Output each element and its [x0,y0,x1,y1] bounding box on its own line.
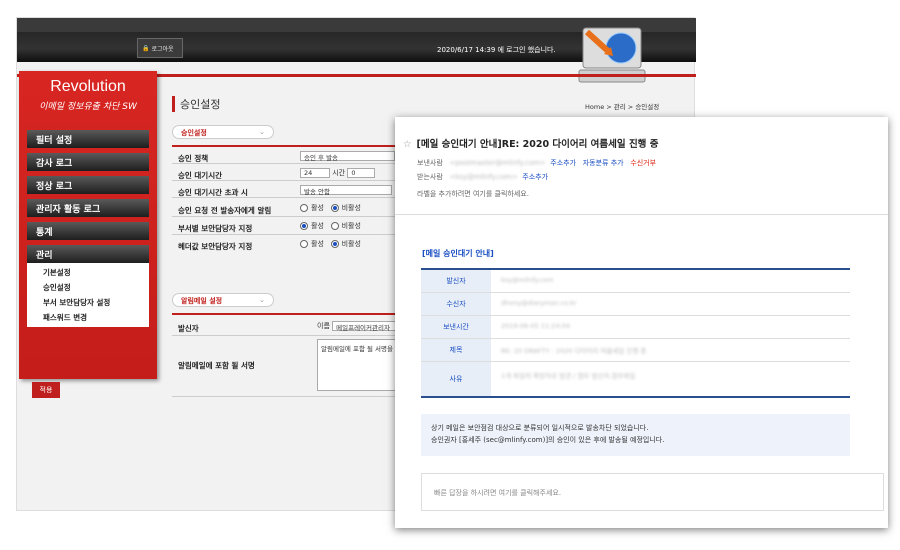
sidebar: Revolution 이메일 정보유출 차단 SW 필터 설정 감사 로그 정상… [19,71,157,379]
mail-popup: ☆ [메일 승인대기 안내]RE: 2020 다이어리 여름세일 진행 중 보낸사… [395,117,888,528]
sidebar-item-admin-log[interactable]: 관리자 활동 로그 [27,199,149,217]
submenu-basic[interactable]: 기본설정 [27,265,149,280]
section-label: 알림메일 설정 [181,297,223,305]
section-label: 승인설정 [181,129,207,137]
sidebar-item-stats[interactable]: 통계 [27,222,149,240]
sidebar-item-normal-log[interactable]: 정상 로그 [27,176,149,194]
brand-tagline: 이메일 정보유출 차단 SW [39,102,137,112]
notify-on-radio[interactable] [300,204,308,212]
wait-unit: 시간 [332,169,346,177]
table-row: 사유 1개 파일의 확장자로 발견 / 첨부 발신자,첨부파일 [421,362,850,396]
wait-min-input[interactable]: 0 [347,168,376,178]
notice-box: 상기 메일은 보안점검 대상으로 분류되어 일시적으로 발송차단 되었습니다. 승… [421,414,850,456]
add-address-link[interactable]: 주소추가 [550,159,576,167]
star-icon[interactable]: ☆ [403,139,412,150]
default-on-radio[interactable] [300,240,308,248]
monitor-globe-icon [578,27,646,83]
notice-line-1: 상기 메일은 보안점검 대상으로 분류되어 일시적으로 발송차단 되었습니다. [431,424,649,432]
off-label: 비활성 [341,222,361,230]
from-label: 보낸사람 [417,159,443,167]
table-row: 제목 RE: 20 DRAFTY : 2020 다이어리 여름세일 진행 중 [421,339,850,362]
table-row: 발신자 ksy@mlinfy.com [421,270,850,293]
table-value: dhony@diaryman.co.kr [501,299,577,307]
exceed-select[interactable]: 발송 안함 [300,185,392,196]
sidebar-item-audit-log[interactable]: 감사 로그 [27,153,149,171]
subject-text: [메일 승인대기 안내]RE: 2020 다이어리 여름세일 진행 중 [416,139,659,150]
section-notify-mail[interactable]: ⌄ 알림메일 설정 [172,293,274,307]
reject-link[interactable]: 수신거부 [630,159,656,167]
breadcrumb: Home > 관리 > 승인설정 [585,103,660,111]
quick-reply-box[interactable]: 빠른 답장을 하시려면 여기를 클릭해주세요. [421,473,884,511]
table-key: 발신자 [421,270,491,292]
to-label: 받는사람 [417,173,443,181]
submenu-password[interactable]: 패스워드 변경 [27,310,149,325]
policy-select[interactable]: 승인 후 발송 [300,151,395,162]
label-dept: 부서별 보안담당자 지정 [178,224,253,233]
table-key: 수신자 [421,293,491,315]
table-key: 사유 [421,362,491,396]
table-value: 1개 파일의 확장자로 발견 / 첨부 발신자,첨부파일 [501,372,636,380]
sidebar-submenu: 기본설정 승인설정 부서 보안담당자 설정 패스워드 변경 [27,263,149,327]
dept-on-radio[interactable] [300,222,308,230]
on-label: 활성 [311,222,324,230]
page-title: 승인설정 [172,96,220,112]
from-address: <postmaster@mlinfy.com> [449,159,546,167]
apply-button[interactable]: 적용 [32,382,60,398]
table-value: 2019-06-05 11:24:04 [501,322,571,330]
notice-line-2: 승인권자 [홍세주 (sec@mlinfy.com)]의 승인이 있은 후에 발… [431,436,665,444]
default-off-radio[interactable] [330,240,339,248]
wait-hours-input[interactable]: 24 [300,168,330,178]
brand-logo: Revolution [50,78,126,95]
mail-body-title: [메일 승인대기 안내] [422,249,494,258]
off-label: 비활성 [341,204,361,212]
on-label: 활성 [311,240,324,248]
label-default: 헤더값 보안담당자 지정 [178,242,253,251]
logout-button[interactable]: 🔒 로그아웃 [137,38,183,58]
submenu-approval[interactable]: 승인설정 [27,280,149,295]
to-row: 받는사람 <ksy@mlinfy.com> 주소추가 [417,172,548,182]
lock-icon: 🔒 [142,44,150,52]
sidebar-item-filter[interactable]: 필터 설정 [27,130,149,148]
notify-off-radio[interactable] [330,204,339,212]
login-info: 2020/6/17 14:39 에 로그인 했습니다. [437,46,556,54]
submenu-dept-security[interactable]: 부서 보안담당자 설정 [27,295,149,310]
table-row: 수신자 dhony@diaryman.co.kr [421,293,850,316]
mail-subject: ☆ [메일 승인대기 안내]RE: 2020 다이어리 여름세일 진행 중 [403,136,658,150]
to-address: <ksy@mlinfy.com> [449,173,518,181]
section-approval[interactable]: ⌄ 승인설정 [172,125,274,139]
dept-off-radio[interactable] [330,222,339,230]
label-hint[interactable]: 라벨을 추가하려면 여기를 클릭하세요. [417,189,529,199]
logout-label: 로그아웃 [151,45,174,53]
sender-name-label: 이름 [317,322,330,330]
table-key: 보낸시간 [421,316,491,338]
label-signature: 알림메일에 포함 될 서명 [178,361,255,370]
sidebar-item-manage[interactable]: 관리 [27,245,149,263]
table-value: ksy@mlinfy.com [501,276,554,284]
off-label: 비활성 [341,240,361,248]
label-sender: 발신자 [178,324,199,333]
on-label: 활성 [311,204,324,212]
auto-classify-link[interactable]: 자동분류 추가 [583,159,624,167]
chevron-down-icon: ⌄ [259,128,265,136]
label-notify: 승인 요청 전 발송자에게 알림 [178,206,272,215]
mail-header: ☆ [메일 승인대기 안내]RE: 2020 다이어리 여름세일 진행 중 보낸사… [395,117,888,215]
table-row: 보낸시간 2019-06-05 11:24:04 [421,316,850,339]
table-value: RE: 20 DRAFTY : 2020 다이어리 여름세일 진행 중 [501,347,647,355]
chevron-down-icon: ⌄ [259,296,265,304]
add-address-link[interactable]: 주소추가 [522,173,548,181]
mail-info-table: 발신자 ksy@mlinfy.com 수신자 dhony@diaryman.co.k… [421,268,850,398]
from-row: 보낸사람 <postmaster@mlinfy.com> 주소추가 자동분류 추… [417,158,656,168]
table-key: 제목 [421,339,491,361]
sidebar-menu: 필터 설정 감사 로그 정상 로그 관리자 활동 로그 통계 관리 기본설정 승… [27,130,149,327]
